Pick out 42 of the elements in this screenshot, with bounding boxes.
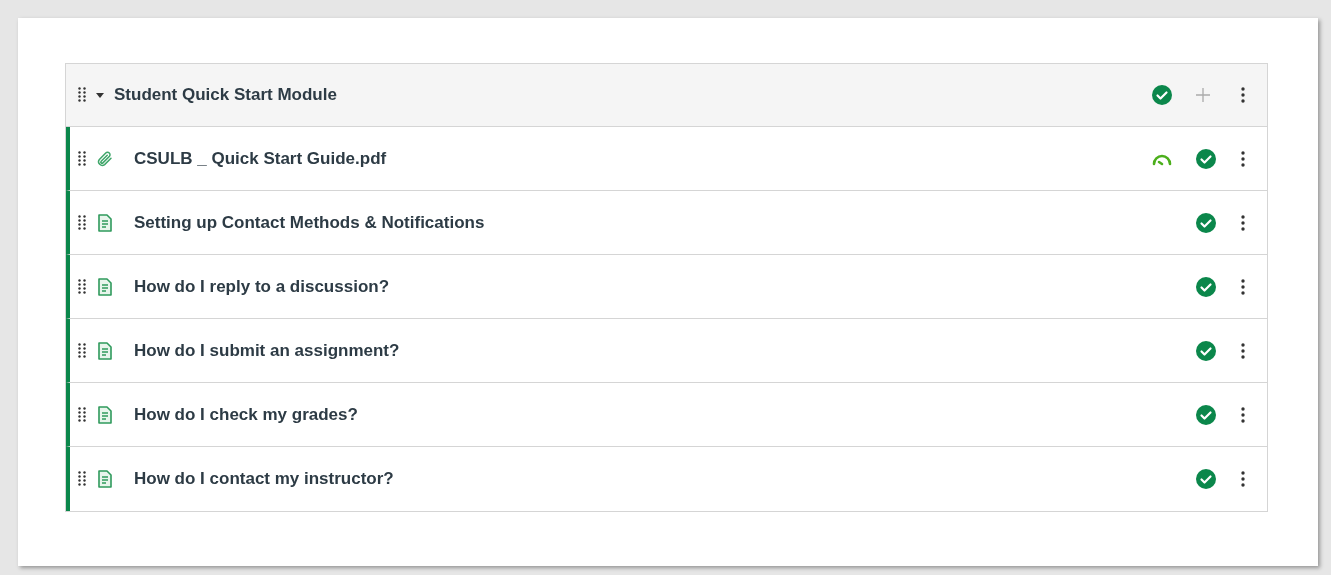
- more-options-icon[interactable]: [1241, 277, 1245, 296]
- more-options-icon[interactable]: [1241, 405, 1245, 424]
- module-header[interactable]: Student Quick Start Module: [66, 64, 1267, 127]
- item-title[interactable]: How do I check my grades?: [134, 401, 358, 428]
- drag-handle-icon[interactable]: [78, 87, 86, 103]
- more-options-icon[interactable]: [1241, 86, 1245, 104]
- module-item[interactable]: How do I reply to a discussion?: [66, 255, 1267, 319]
- item-title[interactable]: How do I submit an assignment?: [134, 337, 400, 364]
- drag-handle-icon[interactable]: [78, 406, 86, 423]
- drag-handle-icon[interactable]: [78, 342, 86, 359]
- drag-handle-icon[interactable]: [78, 214, 86, 231]
- drag-handle-icon[interactable]: [78, 278, 86, 295]
- module-item[interactable]: How do I check my grades?: [66, 383, 1267, 447]
- published-check-icon[interactable]: [1195, 339, 1217, 362]
- drag-handle-icon[interactable]: [78, 471, 86, 487]
- more-options-icon[interactable]: [1241, 470, 1245, 488]
- item-title[interactable]: CSULB _ Quick Start Guide.pdf: [134, 145, 387, 172]
- document-icon: [98, 470, 112, 488]
- module-item[interactable]: How do I contact my instructor?: [66, 447, 1267, 511]
- more-options-icon[interactable]: [1241, 341, 1245, 360]
- drag-handle-icon[interactable]: [78, 150, 86, 167]
- document-icon: [98, 213, 112, 232]
- item-title[interactable]: How do I contact my instructor?: [134, 466, 394, 492]
- document-icon: [98, 341, 112, 360]
- published-check-icon[interactable]: [1195, 403, 1217, 426]
- module-item[interactable]: CSULB _ Quick Start Guide.pdf: [66, 127, 1267, 191]
- module-item[interactable]: Setting up Contact Methods & Notifications: [66, 191, 1267, 255]
- item-title[interactable]: Setting up Contact Methods & Notifications: [134, 209, 485, 236]
- published-check-icon[interactable]: [1151, 84, 1173, 106]
- published-check-icon[interactable]: [1195, 147, 1217, 170]
- published-check-icon[interactable]: [1195, 211, 1217, 234]
- published-check-icon[interactable]: [1195, 468, 1217, 490]
- module-title: Student Quick Start Module: [114, 84, 337, 107]
- document-icon: [98, 277, 112, 296]
- caret-icon[interactable]: [96, 91, 104, 99]
- module-item[interactable]: How do I submit an assignment?: [66, 319, 1267, 383]
- item-title[interactable]: How do I reply to a discussion?: [134, 273, 390, 300]
- paperclip-icon: [96, 149, 114, 168]
- document-icon: [98, 405, 112, 424]
- more-options-icon[interactable]: [1241, 213, 1245, 232]
- published-check-icon[interactable]: [1195, 275, 1217, 298]
- more-options-icon[interactable]: [1241, 149, 1245, 168]
